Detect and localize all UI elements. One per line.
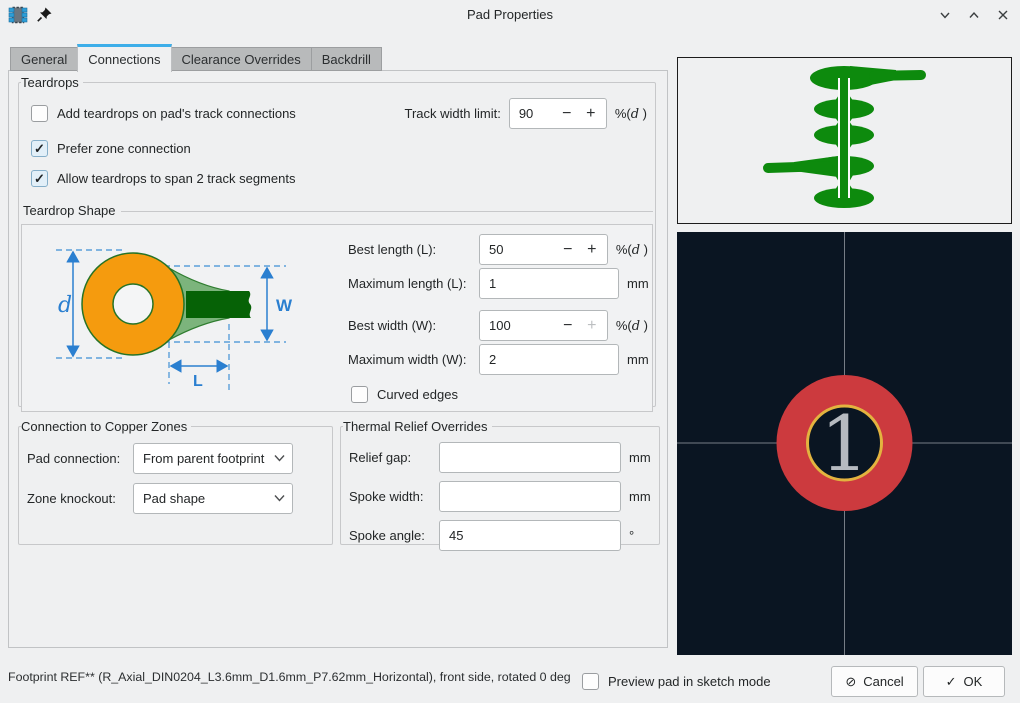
percent-d-unit: %(d ) <box>616 318 648 334</box>
teardrop-diagram: d W L <box>40 242 340 397</box>
curved-edges-label: Curved edges <box>377 387 458 402</box>
track-width-limit-label: Track width limit: <box>405 106 501 121</box>
maximize-icon[interactable] <box>967 8 981 22</box>
tab-connections[interactable]: Connections <box>77 44 171 72</box>
tab-backdrill[interactable]: Backdrill <box>311 47 382 71</box>
percent-d-unit: %(d ) <box>615 106 647 122</box>
relief-gap-label: Relief gap: <box>349 450 439 465</box>
sketch-mode-checkbox[interactable] <box>582 673 599 690</box>
minimize-icon[interactable] <box>938 8 952 22</box>
spin-increment-button-disabled: + <box>581 311 603 340</box>
prefer-zone-label: Prefer zone connection <box>57 141 191 156</box>
teardrop-shape-divider <box>121 211 653 212</box>
spoke-angle-label: Spoke angle: <box>349 528 439 543</box>
mm-unit: mm <box>627 276 649 291</box>
spin-increment-button[interactable]: + <box>581 235 603 264</box>
teardrop-shape-panel: d W L Best length (L): 50 − + %(d ) Maxi… <box>21 224 653 412</box>
tab-general[interactable]: General <box>10 47 78 71</box>
degree-unit: ° <box>629 528 634 543</box>
max-width-input[interactable] <box>479 344 619 375</box>
close-icon[interactable] <box>996 8 1010 22</box>
allow-span-checkbox[interactable]: ✓ <box>31 170 48 187</box>
cancel-icon: ⊘ <box>845 674 856 690</box>
pad-preview: 1 <box>677 232 1012 655</box>
tab-clearance-overrides[interactable]: Clearance Overrides <box>171 47 312 71</box>
spin-decrement-button[interactable]: − <box>557 311 579 340</box>
pad-connection-select[interactable]: From parent footprint <box>133 443 293 474</box>
copper-zones-group: Connection to Copper Zones Pad connectio… <box>18 419 333 545</box>
title-bar: Pad Properties <box>0 0 1020 30</box>
copper-zones-legend: Connection to Copper Zones <box>21 419 191 434</box>
max-width-label: Maximum width (W): <box>348 352 479 367</box>
best-length-label: Best length (L): <box>348 242 479 257</box>
svg-text:d: d <box>58 293 72 318</box>
best-length-spinbox[interactable]: 50 − + <box>479 234 608 265</box>
max-length-label: Maximum length (L): <box>348 276 479 291</box>
teardrops-legend: Teardrops <box>21 75 83 90</box>
spoke-width-input[interactable] <box>439 481 621 512</box>
connections-tab-panel: Teardrops Add teardrops on pad's track c… <box>8 70 668 648</box>
add-teardrops-checkbox[interactable] <box>31 105 48 122</box>
allow-span-label: Allow teardrops to span 2 track segments <box>57 171 295 186</box>
track-width-limit-spinbox[interactable]: 90 − + <box>509 98 607 129</box>
curved-edges-checkbox[interactable] <box>351 386 368 403</box>
zone-knockout-label: Zone knockout: <box>27 491 133 506</box>
spin-increment-button[interactable]: + <box>580 99 602 128</box>
svg-text:W: W <box>276 296 293 315</box>
mm-unit: mm <box>629 450 651 465</box>
ok-check-icon: ✓ <box>946 674 957 690</box>
sketch-mode-label: Preview pad in sketch mode <box>608 674 771 689</box>
thermal-relief-group: Thermal Relief Overrides Relief gap: mm … <box>340 419 660 545</box>
pad-number: 1 <box>820 399 868 488</box>
relief-gap-input[interactable] <box>439 442 621 473</box>
spoke-width-label: Spoke width: <box>349 489 439 504</box>
pad-connection-label: Pad connection: <box>27 451 133 466</box>
mm-unit: mm <box>627 352 649 367</box>
best-width-spinbox[interactable]: 100 − + <box>479 310 608 341</box>
pad-preview-drawing: 1 <box>677 232 1012 655</box>
prefer-zone-checkbox[interactable]: ✓ <box>31 140 48 157</box>
cancel-button[interactable]: ⊘ Cancel <box>831 666 918 697</box>
footprint-status-text: Footprint REF** (R_Axial_DIN0204_L3.6mm_… <box>8 670 571 684</box>
chevron-down-icon <box>274 454 285 462</box>
max-length-input[interactable] <box>479 268 619 299</box>
ok-button[interactable]: ✓ OK <box>923 666 1005 697</box>
footprint-preview <box>677 57 1012 224</box>
best-width-label: Best width (W): <box>348 318 479 333</box>
window-title: Pad Properties <box>0 7 1020 22</box>
thermal-relief-legend: Thermal Relief Overrides <box>343 419 492 434</box>
mm-unit: mm <box>629 489 651 504</box>
teardrops-group: Teardrops Add teardrops on pad's track c… <box>18 75 656 407</box>
zone-knockout-select[interactable]: Pad shape <box>133 483 293 514</box>
footprint-preview-drawing <box>678 58 1011 223</box>
svg-text:L: L <box>193 373 203 390</box>
percent-d-unit: %(d ) <box>616 242 648 258</box>
chevron-down-icon <box>274 494 285 502</box>
teardrop-shape-legend: Teardrop Shape <box>23 203 116 218</box>
spin-decrement-button[interactable]: − <box>556 99 578 128</box>
add-teardrops-label: Add teardrops on pad's track connections <box>57 106 296 121</box>
tab-bar: General Connections Clearance Overrides … <box>10 44 382 71</box>
spoke-angle-input[interactable] <box>439 520 621 551</box>
spin-decrement-button[interactable]: − <box>557 235 579 264</box>
